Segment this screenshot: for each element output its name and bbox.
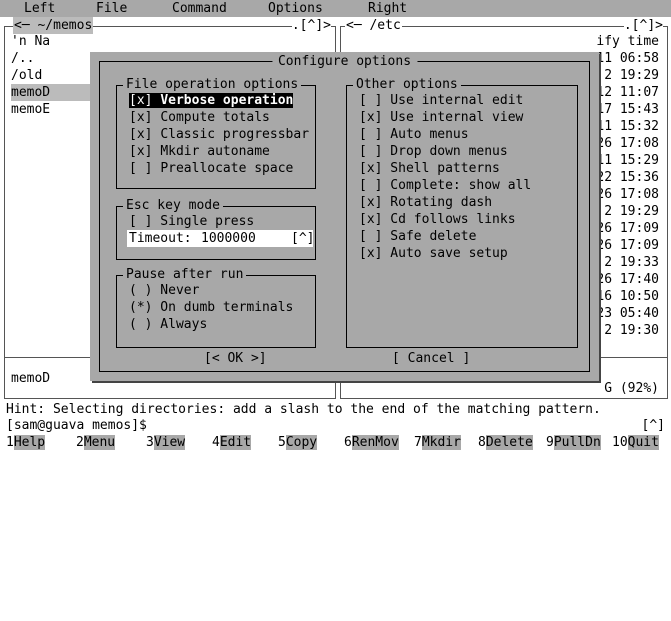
menu-command[interactable]: Command <box>172 0 227 17</box>
left-panel-footer: memoD <box>11 371 51 386</box>
pause-after-run-group: Pause after run ( ) Never (*) On dumb te… <box>116 266 316 348</box>
right-time-row: 2 19:29 <box>604 68 659 83</box>
dialog-title: Configure options <box>271 53 418 70</box>
right-time-row: 26 17:09 <box>596 221 659 236</box>
drop-down-menus-checkbox[interactable]: [ ] Drop down menus <box>359 143 508 160</box>
timeout-value: 1000000 <box>201 231 256 246</box>
left-panel-corner[interactable]: .[^]> <box>291 17 331 34</box>
right-time-row: 12 11:07 <box>596 85 659 100</box>
fkey-menu[interactable]: 2Menu <box>76 434 116 451</box>
timeout-history-button[interactable]: [^] <box>291 230 314 247</box>
auto-menus-checkbox[interactable]: [ ] Auto menus <box>359 126 469 143</box>
right-time-row: 2 19:33 <box>604 255 659 270</box>
right-time-row: 11 15:32 <box>596 119 659 134</box>
file-operation-group: File operation options [x] Verbose opera… <box>116 76 316 189</box>
right-time-row: 26 17:40 <box>596 272 659 287</box>
right-panel-footer: G (92%) <box>604 381 659 396</box>
right-time-row: 26 17:08 <box>596 187 659 202</box>
fkey-copy[interactable]: 5Copy <box>278 434 318 451</box>
mkdir-autoname-checkbox[interactable]: [x] Mkdir autoname <box>129 143 270 160</box>
left-panel-title: <─ ~/memos <box>13 17 94 34</box>
cd-follows-links-checkbox[interactable]: [x] Cd follows links <box>359 211 516 228</box>
auto-save-setup-checkbox[interactable]: [x] Auto save setup <box>359 245 508 262</box>
menu-options[interactable]: Options <box>268 0 323 17</box>
timeout-label: Timeout: <box>129 231 192 246</box>
configure-options-dialog: Configure options File operation options… <box>90 52 599 381</box>
safe-delete-checkbox[interactable]: [ ] Safe delete <box>359 228 476 245</box>
shell-prompt[interactable]: [sam@guava memos]$ <box>6 417 147 434</box>
right-time-row: 17 15:43 <box>596 102 659 117</box>
shell-patterns-checkbox[interactable]: [x] Shell patterns <box>359 160 500 177</box>
left-column-header: 'n Na <box>11 34 51 49</box>
fkey-help[interactable]: 1Help <box>6 434 46 451</box>
right-time-row: 26 17:08 <box>596 136 659 151</box>
left-row-memoe[interactable]: memoE <box>11 101 50 118</box>
fkey-pulldn[interactable]: 9PullDn <box>546 434 601 451</box>
verbose-operation-checkbox[interactable]: [x] Verbose operation <box>129 92 294 109</box>
right-time-row: 16 10:50 <box>596 289 659 304</box>
timeout-input[interactable]: Timeout: 1000000 [^] <box>127 230 314 247</box>
left-row-parent[interactable]: /.. <box>11 50 34 67</box>
right-column-header: ify time <box>596 34 659 49</box>
prompt-history-corner[interactable]: [^] <box>642 417 665 434</box>
esc-key-mode-group: Esc key mode [ ] Single press Timeout: 1… <box>116 197 316 260</box>
single-press-checkbox[interactable]: [ ] Single press <box>129 213 254 230</box>
fkey-delete[interactable]: 8Delete <box>478 434 533 451</box>
use-internal-view-checkbox[interactable]: [x] Use internal view <box>359 109 523 126</box>
right-time-row: 2 19:29 <box>604 204 659 219</box>
hint-line: Hint: Selecting directories: add a slash… <box>6 402 601 417</box>
fkey-mkdir[interactable]: 7Mkdir <box>414 434 461 451</box>
right-time-row: 2 19:30 <box>604 323 659 338</box>
classic-progressbar-checkbox[interactable]: [x] Classic progressbar <box>129 126 309 143</box>
complete-show-all-checkbox[interactable]: [ ] Complete: show all <box>359 177 531 194</box>
cancel-button[interactable]: [ Cancel ] <box>392 350 470 367</box>
rotating-dash-checkbox[interactable]: [x] Rotating dash <box>359 194 492 211</box>
pause-always-radio[interactable]: ( ) Always <box>129 316 207 333</box>
preallocate-space-checkbox[interactable]: [ ] Preallocate space <box>129 160 293 177</box>
use-internal-edit-checkbox[interactable]: [ ] Use internal edit <box>359 92 523 109</box>
esc-key-mode-title: Esc key mode <box>123 197 223 214</box>
left-row-old[interactable]: /old <box>11 67 42 84</box>
fkey-edit[interactable]: 4Edit <box>212 434 252 451</box>
right-panel-corner[interactable]: .[^]> <box>623 17 663 34</box>
pause-on-dumb-terminals-radio[interactable]: (*) On dumb terminals <box>129 299 293 316</box>
fkey-renmov[interactable]: 6RenMov <box>344 434 399 451</box>
fkey-quit[interactable]: 10Quit <box>612 434 659 451</box>
other-options-title: Other options <box>353 76 461 93</box>
left-row-memod-selected[interactable]: memoD <box>11 84 91 101</box>
fkey-view[interactable]: 3View <box>146 434 186 451</box>
right-time-row: 11 06:58 <box>596 51 659 66</box>
right-time-row: 23 05:40 <box>596 306 659 321</box>
file-operation-title: File operation options <box>123 76 302 93</box>
function-key-bar: 1Help 2Menu 3View 4Edit 5Copy 6RenMov 7M… <box>0 434 671 451</box>
right-time-row: 22 15:36 <box>596 170 659 185</box>
menu-file[interactable]: File <box>96 0 127 17</box>
right-time-row: 11 15:29 <box>596 153 659 168</box>
other-options-group: Other options [ ] Use internal edit [x] … <box>346 76 578 348</box>
pause-after-run-title: Pause after run <box>123 266 247 283</box>
right-time-row: 26 17:09 <box>596 238 659 253</box>
pause-never-radio[interactable]: ( ) Never <box>129 282 199 299</box>
dialog-frame: Configure options File operation options… <box>99 53 590 372</box>
menu-left[interactable]: Left <box>24 0 55 17</box>
menu-right[interactable]: Right <box>368 0 407 17</box>
compute-totals-checkbox[interactable]: [x] Compute totals <box>129 109 270 126</box>
ok-button[interactable]: [< OK >] <box>204 350 267 367</box>
menu-bar: Left File Command Options Right <box>0 0 671 17</box>
right-panel-title: <─ /etc <box>345 17 402 34</box>
